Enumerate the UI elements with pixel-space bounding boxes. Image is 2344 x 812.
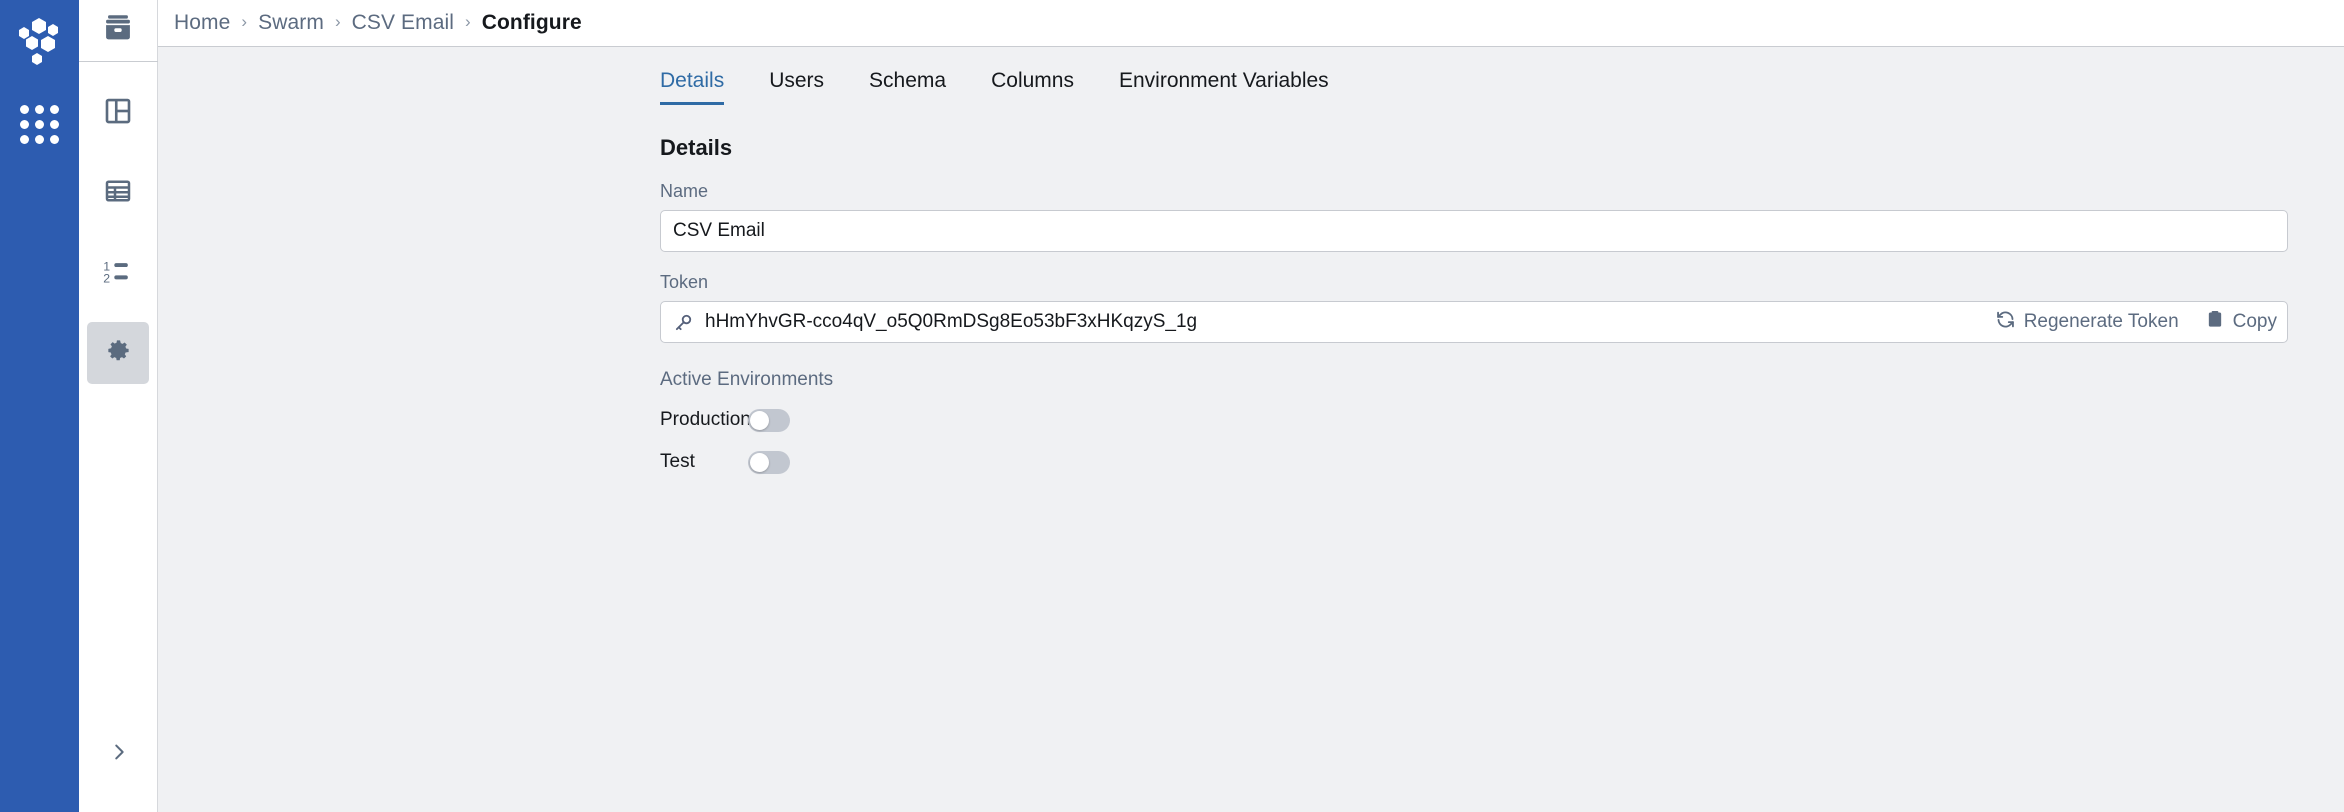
page-title: Details [660,135,2288,161]
rail-item-dashboard[interactable] [87,82,149,144]
name-input[interactable]: CSV Email [660,210,2288,252]
rail-item-archive[interactable] [79,0,158,62]
breadcrumb-separator: › [465,12,471,32]
apps-dot [20,120,29,129]
rail-item-ordered-list[interactable]: 1 2 [87,242,149,304]
apps-dot [50,105,59,114]
rail-expand-button[interactable] [79,734,158,774]
breadcrumb: Home › Swarm › CSV Email › Configure [158,0,2344,47]
hexagon-cluster-logo[interactable] [12,12,68,75]
apps-dot [35,120,44,129]
copy-token-label: Copy [2233,311,2277,333]
key-icon [673,312,694,333]
tab-schema[interactable]: Schema [869,69,946,105]
toggle-test[interactable] [748,451,790,474]
chevron-right-icon [108,741,130,768]
clipboard-icon [2205,309,2225,335]
regenerate-token-button[interactable]: Regenerate Token [1995,309,2179,336]
apps-dot [35,135,44,144]
tab-bar: Details Users Schema Columns Environment… [660,47,2288,105]
rail-item-settings[interactable] [87,322,149,384]
toggle-knob [750,411,769,430]
environment-row-test: Test [660,449,2288,475]
environment-label-test: Test [660,451,748,473]
apps-dot [50,135,59,144]
rail-item-table[interactable] [87,162,149,224]
content-inner: Details Users Schema Columns Environment… [158,47,2344,475]
icon-rail: 1 2 [79,0,158,812]
regenerate-token-label: Regenerate Token [2024,311,2179,333]
toggle-production[interactable] [748,409,790,432]
breadcrumb-item-home[interactable]: Home [174,11,230,35]
breadcrumb-item-configure: Configure [482,11,582,35]
tab-users[interactable]: Users [769,69,824,105]
token-value[interactable]: hHmYhvGR-cco4qV_o5Q0RmDSg8Eo53bF3xHKqzyS… [705,311,1969,333]
gear-icon [104,336,133,370]
breadcrumb-separator: › [335,12,341,32]
apps-dot [35,105,44,114]
token-field: hHmYhvGR-cco4qV_o5Q0RmDSg8Eo53bF3xHKqzyS… [660,301,2288,343]
brand-rail [0,0,79,812]
svg-text:2: 2 [103,271,110,285]
active-environments-title: Active Environments [660,369,2288,391]
name-field-label: Name [660,181,2288,202]
tab-environment-variables[interactable]: Environment Variables [1119,69,1329,105]
environment-row-production: Production [660,407,2288,433]
tab-columns[interactable]: Columns [991,69,1074,105]
apps-dot [20,105,29,114]
main-area: Home › Swarm › CSV Email › Configure Det… [158,0,2344,812]
breadcrumb-item-csv-email[interactable]: CSV Email [352,11,454,35]
table-icon [103,176,133,211]
apps-dot [50,120,59,129]
dashboard-icon [103,96,133,131]
breadcrumb-separator: › [241,12,247,32]
environment-label-production: Production [660,409,748,431]
copy-token-button[interactable]: Copy [2205,309,2277,335]
toggle-knob [750,453,769,472]
tab-details[interactable]: Details [660,69,724,105]
content-panel: Details Users Schema Columns Environment… [158,47,2344,812]
breadcrumb-item-swarm[interactable]: Swarm [258,11,324,35]
ordered-list-icon: 1 2 [102,255,134,292]
apps-dot [20,135,29,144]
apps-grid-icon[interactable] [20,105,60,145]
token-field-label: Token [660,272,2288,293]
refresh-icon [1995,309,2016,336]
archive-icon [101,11,135,50]
app-root: 1 2 Ho [0,0,2344,812]
